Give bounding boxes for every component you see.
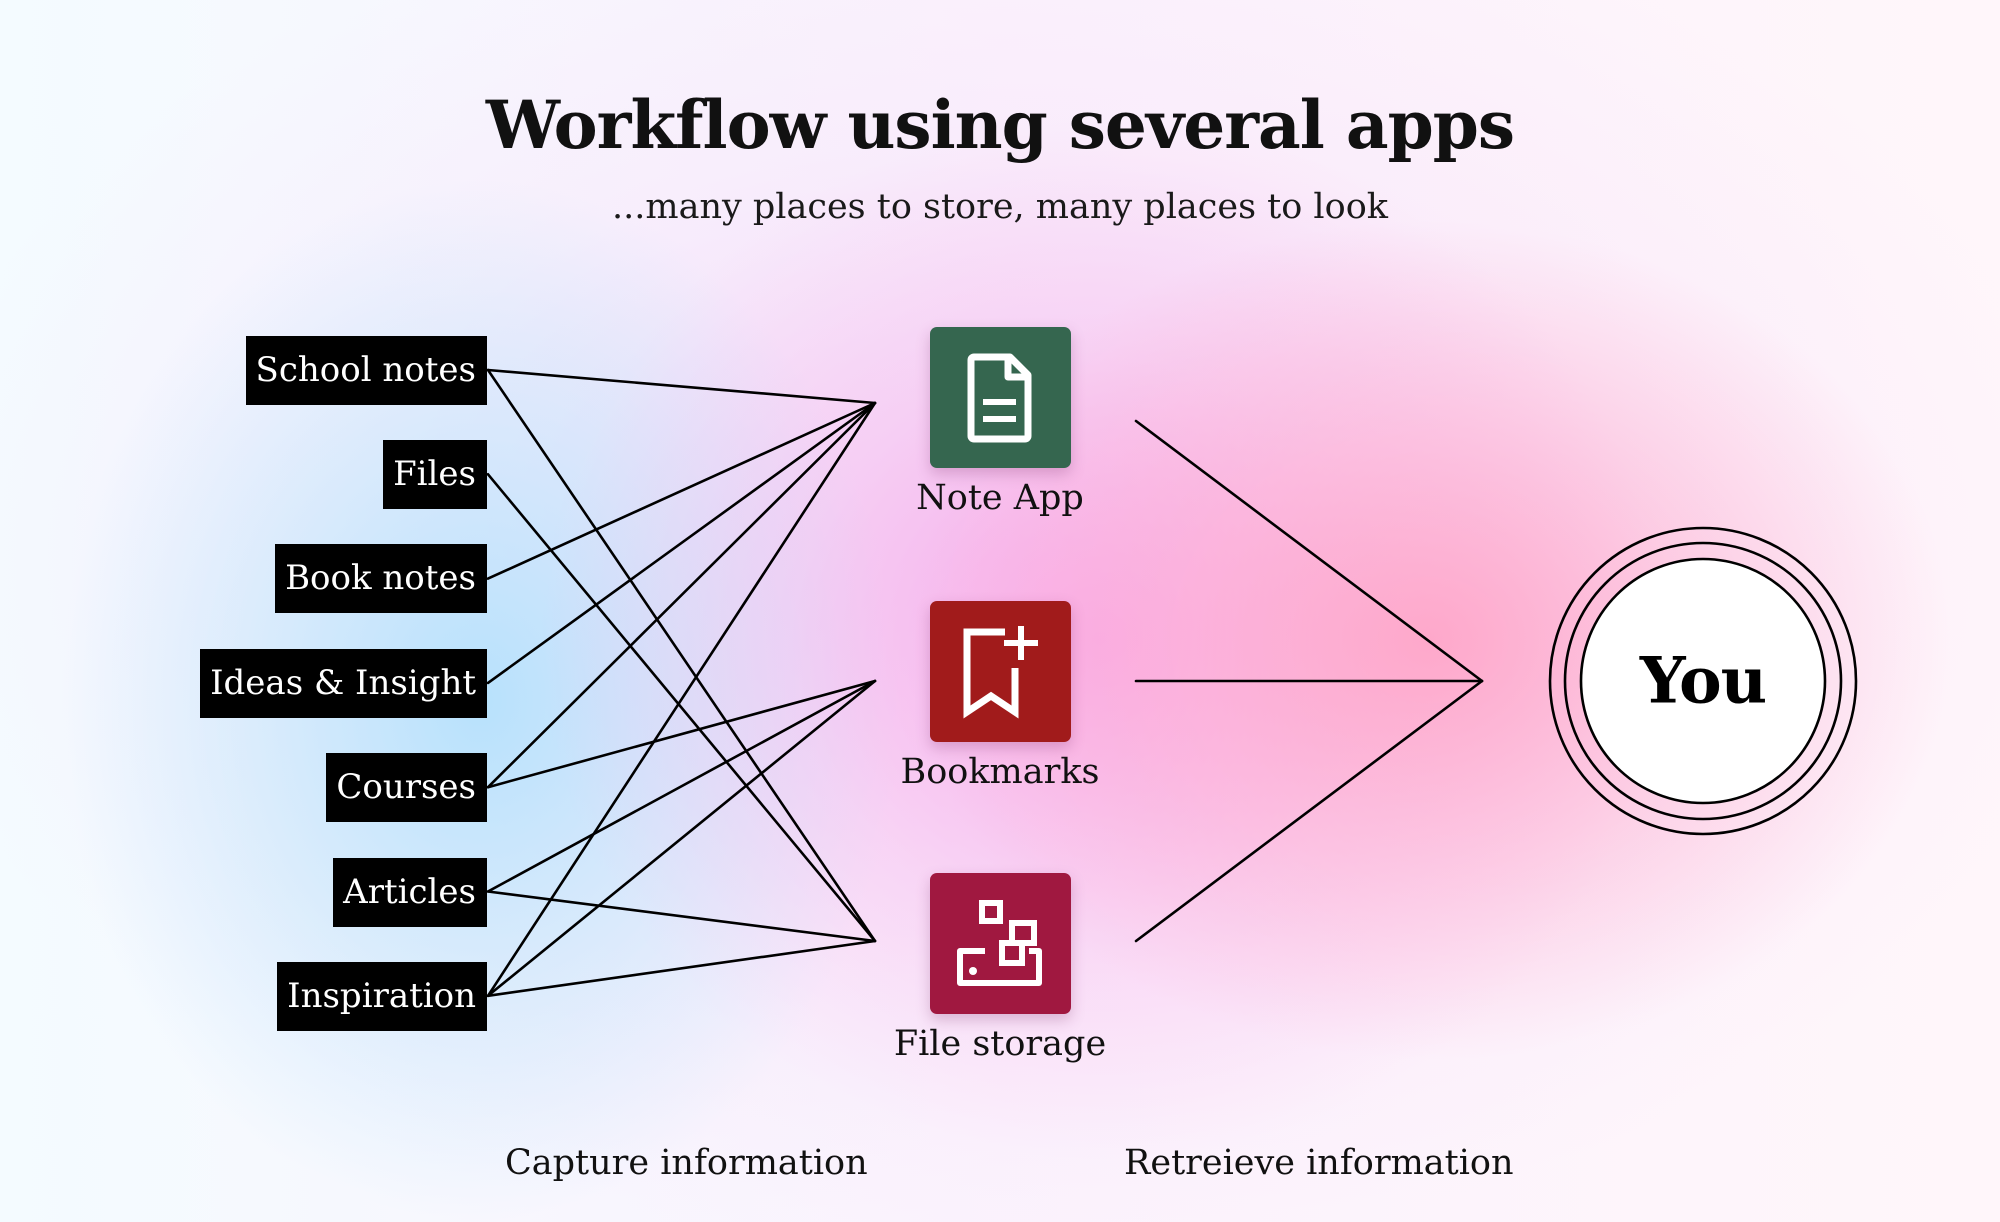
you-label: You [1639,643,1767,719]
source-courses: Courses [326,753,487,822]
source-articles: Articles [333,858,487,927]
link-school-notes-to-note-app [486,368,877,405]
document-icon [967,353,1031,442]
link-articles-to-bookmarks [486,679,877,893]
link-note-app-to-you [1134,419,1484,683]
source-ideas-insight: Ideas & Insight [200,649,487,718]
source-school-notes: School notes [245,336,487,405]
source-files: Files [383,440,487,509]
note-app-tile [930,327,1071,468]
source-book-notes: Book notes [275,544,487,613]
link-file-storage-to-you [1134,679,1484,943]
capture-information-label: Capture information [505,1143,868,1183]
bookmarks-label: Bookmarks [900,752,1100,792]
bookmark-add-icon [963,625,1038,719]
file-storage-label: File storage [893,1024,1107,1064]
link-courses-to-bookmarks [486,679,877,789]
storage-blocks-icon [956,899,1042,986]
file-storage-tile [930,873,1071,1014]
source-inspiration: Inspiration [277,962,487,1031]
retrieve-information-label: Retreieve information [1124,1143,1514,1183]
link-school-notes-to-file-storage [486,368,877,943]
bookmarks-tile [930,601,1071,742]
note-app-label: Note App [916,478,1084,518]
link-articles-to-file-storage [486,890,877,943]
